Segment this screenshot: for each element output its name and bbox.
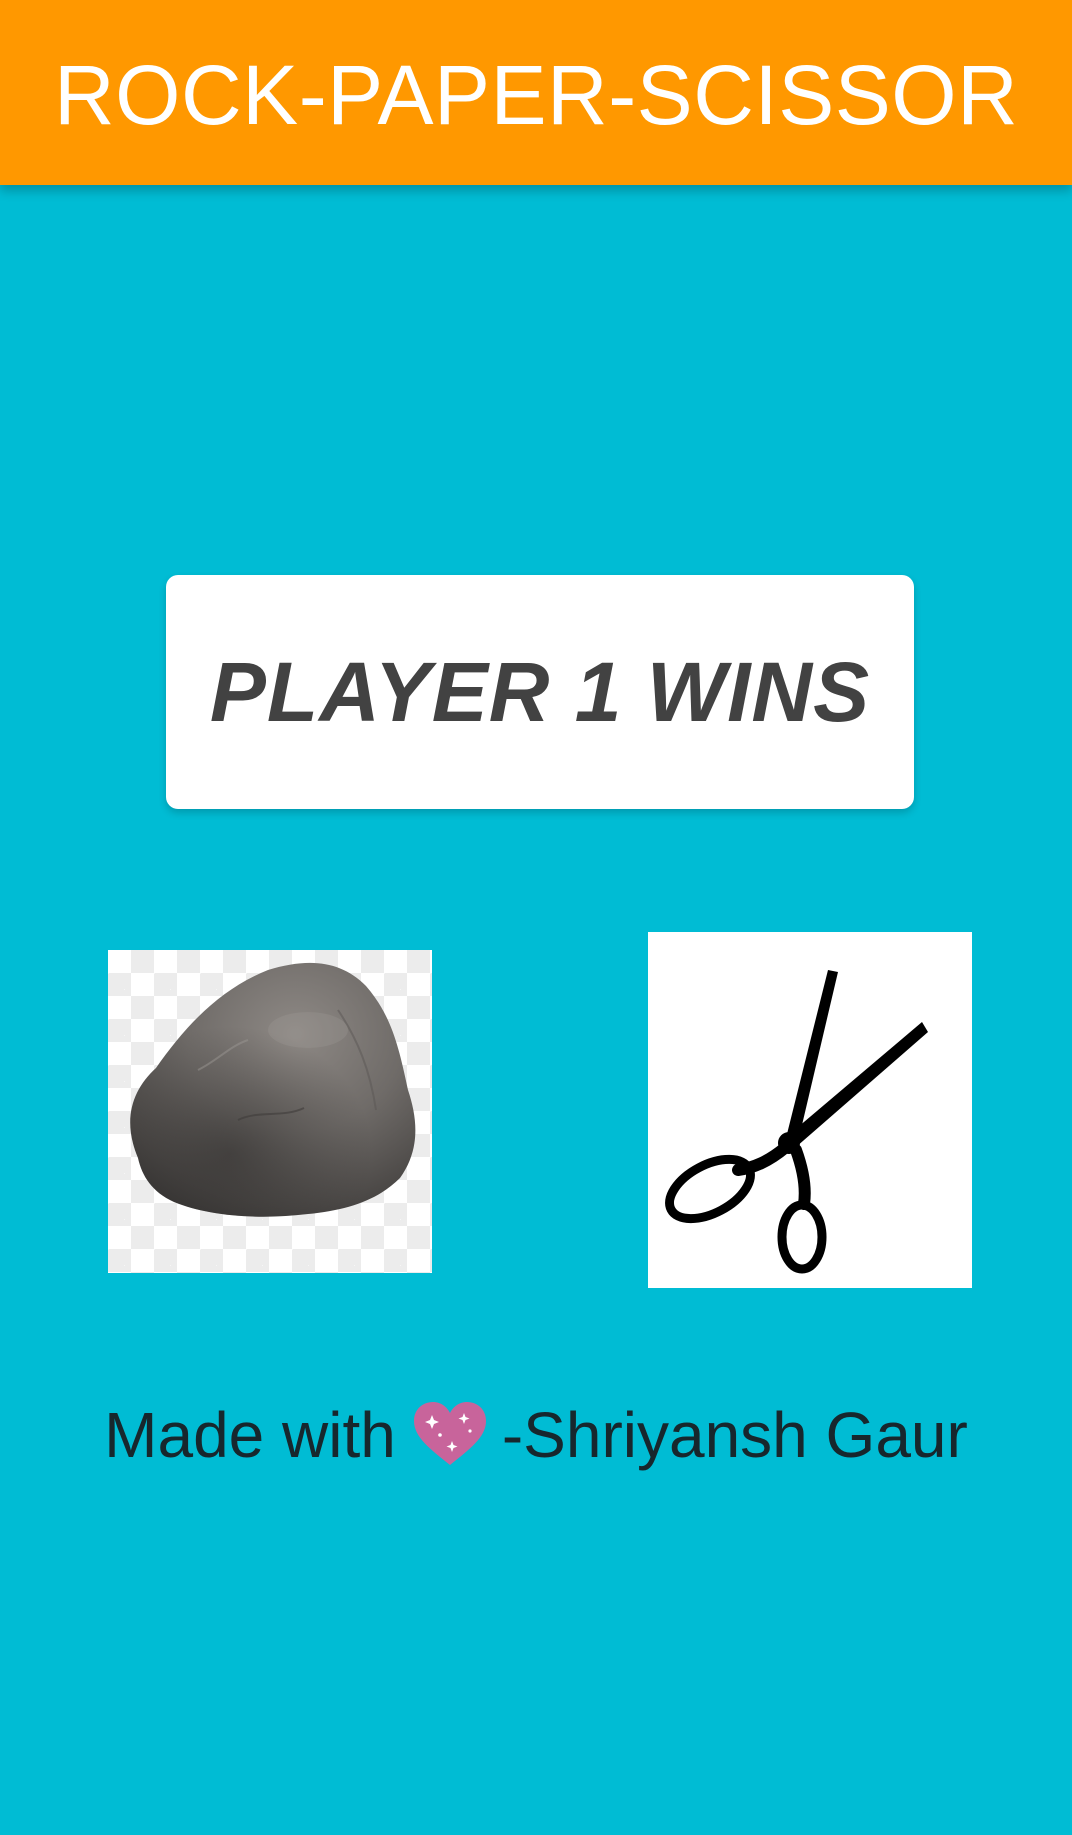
footer-author: -Shriyansh Gaur xyxy=(501,1399,968,1472)
result-card: PLAYER 1 WINS xyxy=(166,575,914,809)
rock-image xyxy=(130,962,416,1217)
app-title: ROCK-PAPER-SCISSOR xyxy=(54,48,1019,142)
result-text: PLAYER 1 WINS xyxy=(209,644,871,739)
app-bar: ROCK-PAPER-SCISSOR xyxy=(0,0,1072,185)
footer-prefix: Made with xyxy=(104,1399,396,1472)
player1-choice-image xyxy=(108,950,432,1273)
sparkling-heart-icon xyxy=(413,1402,486,1466)
player2-choice-image xyxy=(648,932,972,1288)
scissors-icon xyxy=(665,970,928,1274)
footer-credit: Made with -Shriyansh Gaur xyxy=(0,1390,1072,1475)
